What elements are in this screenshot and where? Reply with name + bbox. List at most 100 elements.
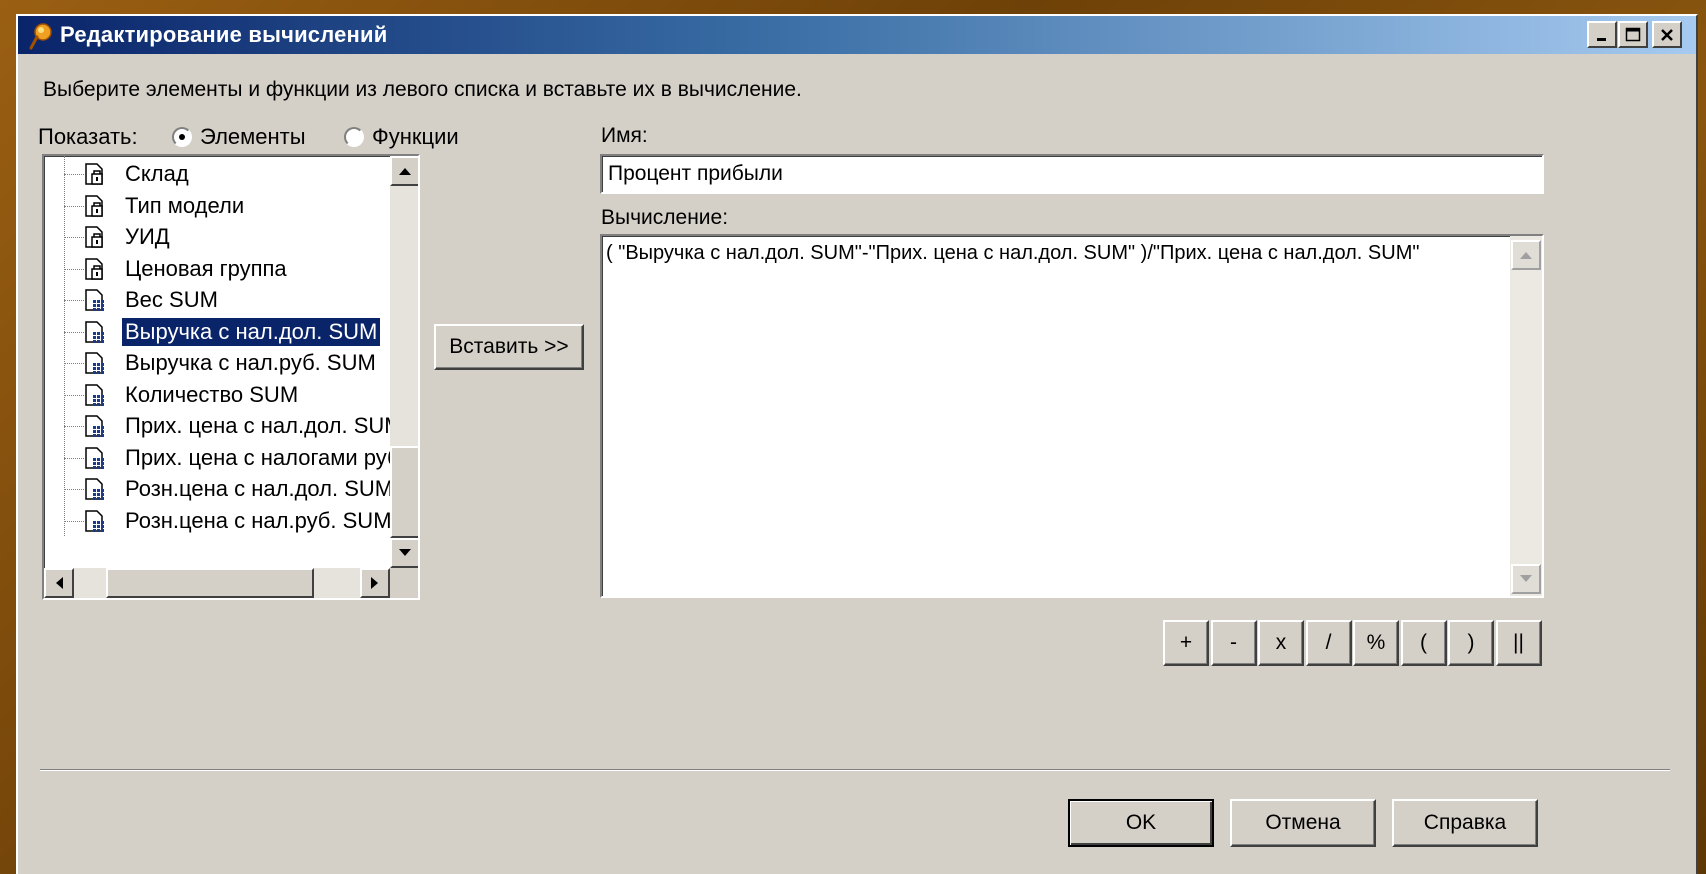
minimize-button[interactable]: [1587, 21, 1617, 48]
radio-elements[interactable]: Элементы: [172, 124, 306, 150]
tree-item[interactable]: Тип модели: [44, 190, 390, 222]
radio-elements-label: Элементы: [200, 124, 306, 149]
calc-scroll-up-button[interactable]: [1511, 240, 1541, 270]
tree-item[interactable]: Выручка с нал.руб. SUM: [44, 347, 390, 379]
tree-item[interactable]: Выручка с нал.дол. SUM: [44, 316, 390, 348]
tree-item-label: Розн.цена с нал.руб. SUM: [125, 507, 392, 533]
scroll-left-button[interactable]: [44, 568, 74, 598]
footer-separator: [40, 769, 1670, 771]
tree-item-dimension-icon: [85, 163, 103, 185]
tree-item-label: Тип модели: [125, 192, 245, 218]
scroll-down-button[interactable]: [390, 538, 418, 568]
operator-percent-button[interactable]: %: [1353, 620, 1399, 666]
tree-guide: [64, 331, 84, 333]
close-button[interactable]: [1652, 21, 1682, 48]
operator-divide-button[interactable]: /: [1305, 620, 1352, 666]
maximize-icon: [1625, 27, 1641, 41]
tree-item[interactable]: Склад: [44, 158, 390, 190]
tree-guide: [64, 457, 84, 459]
operator-plus-button[interactable]: +: [1163, 620, 1209, 666]
tree-item-label: Выручка с нал.дол. SUM: [122, 317, 381, 346]
tree-vertical-scrollbar[interactable]: [390, 156, 418, 568]
element-tree[interactable]: Склад Тип модели УИД Ценовая группа Вес SUM В…: [42, 154, 420, 600]
instruction-text: Выберите элементы и функции из левого сп…: [43, 78, 802, 101]
tree-item-dimension-icon: [85, 226, 103, 248]
calculation-editor[interactable]: ( "Выручка с нал.дол. SUM"-"Прих. цена с…: [600, 234, 1544, 598]
name-value: Процент прибыли: [608, 162, 783, 185]
tree-guide: [64, 300, 84, 301]
tree-item-label: Количество SUM: [125, 381, 299, 407]
calculation-value: ( "Выручка с нал.дол. SUM"-"Прих. цена с…: [606, 242, 1420, 264]
tree-guide: [64, 237, 84, 238]
name-label: Имя:: [601, 124, 648, 147]
ok-button[interactable]: OK: [1068, 799, 1214, 847]
radio-functions[interactable]: Функции: [344, 124, 459, 150]
tree-guide: [64, 426, 84, 427]
tree-item-label: УИД: [125, 224, 170, 249]
arrow-right-icon: [371, 577, 378, 589]
tree-item-label: Вес SUM: [125, 287, 218, 312]
insert-button[interactable]: Вставить >>: [434, 324, 584, 370]
tree-item[interactable]: Вес SUM: [44, 284, 390, 316]
tree-item-label: Ценовая группа: [125, 255, 287, 281]
window-title: Редактирование вычислений: [60, 22, 388, 47]
tree-item-label: Прих. цена с налогами руб: [125, 444, 400, 470]
maximize-button[interactable]: [1618, 21, 1648, 48]
minimize-icon: [1597, 37, 1606, 41]
tree-item-measure-icon: [85, 478, 104, 500]
tree-item[interactable]: Прих. цена с нал.дол. SUM: [44, 410, 403, 442]
tree-item[interactable]: Количество SUM: [44, 379, 390, 411]
operator-multiply-button[interactable]: x: [1258, 620, 1304, 666]
calc-scroll-down-button[interactable]: [1511, 564, 1541, 594]
tree-item-measure-icon: [85, 446, 104, 469]
title-bar[interactable]: Редактирование вычислений: [18, 16, 1696, 54]
tree-item-dimension-icon: [85, 194, 103, 217]
name-field[interactable]: Процент прибыли: [600, 154, 1544, 194]
arrow-up-icon: [1520, 252, 1532, 259]
arrow-up-icon: [399, 168, 411, 175]
tree-guide: [64, 363, 84, 364]
tree-item-measure-icon: [85, 383, 104, 406]
radio-elements-button[interactable]: [172, 127, 192, 147]
operator-concat-button[interactable]: ||: [1495, 620, 1542, 666]
help-button[interactable]: Справка: [1392, 799, 1538, 847]
tree-item-label: Розн.цена с нал.дол. SUM: [125, 476, 394, 501]
tree-item[interactable]: Ценовая группа: [44, 253, 390, 285]
tree-item-measure-icon: [85, 509, 104, 532]
dialog-window: Редактирование вычислений Выберите элеме…: [16, 14, 1698, 874]
tree-item-label: Склад: [125, 161, 189, 186]
tree-item-measure-icon: [85, 415, 104, 437]
cancel-button[interactable]: Отмена: [1230, 799, 1376, 847]
tree-guide: [64, 520, 84, 522]
tree-item-dimension-icon: [85, 257, 103, 280]
operator-close-paren-button[interactable]: ): [1448, 620, 1494, 666]
operator-minus-button[interactable]: -: [1210, 620, 1257, 666]
tree-item[interactable]: Розн.цена с нал.дол. SUM: [44, 473, 393, 505]
tree-guide: [64, 394, 84, 396]
tree-guide: [64, 489, 84, 490]
tree-guide: [64, 205, 84, 207]
tree-item[interactable]: Розн.цена с нал.руб. SUM: [44, 505, 392, 537]
scroll-up-button[interactable]: [390, 156, 418, 186]
show-label: Показать:: [38, 124, 138, 149]
scroll-thumb-horizontal[interactable]: [106, 568, 314, 598]
tree-item-label: Прих. цена с нал.дол. SUM: [125, 413, 403, 438]
tree-item-measure-icon: [85, 352, 104, 374]
radio-functions-button[interactable]: [344, 127, 364, 147]
scroll-thumb[interactable]: [390, 446, 418, 538]
scroll-right-button[interactable]: [360, 568, 390, 598]
calculation-scrollbar[interactable]: [1510, 236, 1542, 596]
tree-horizontal-scrollbar[interactable]: [44, 568, 390, 598]
tree-item-label: Выручка с нал.руб. SUM: [125, 350, 376, 375]
tree-item[interactable]: Прих. цена с налогами руб: [44, 442, 400, 474]
key-pin-icon: [29, 23, 52, 50]
tree-guide: [64, 174, 84, 175]
tree-guide: [64, 268, 84, 270]
arrow-left-icon: [56, 577, 63, 589]
scroll-corner: [390, 568, 418, 598]
arrow-down-icon: [399, 549, 411, 556]
tree-item[interactable]: УИД: [44, 221, 390, 253]
tree-item-measure-icon: [85, 289, 104, 311]
operator-open-paren-button[interactable]: (: [1400, 620, 1447, 666]
arrow-down-icon: [1520, 575, 1532, 582]
